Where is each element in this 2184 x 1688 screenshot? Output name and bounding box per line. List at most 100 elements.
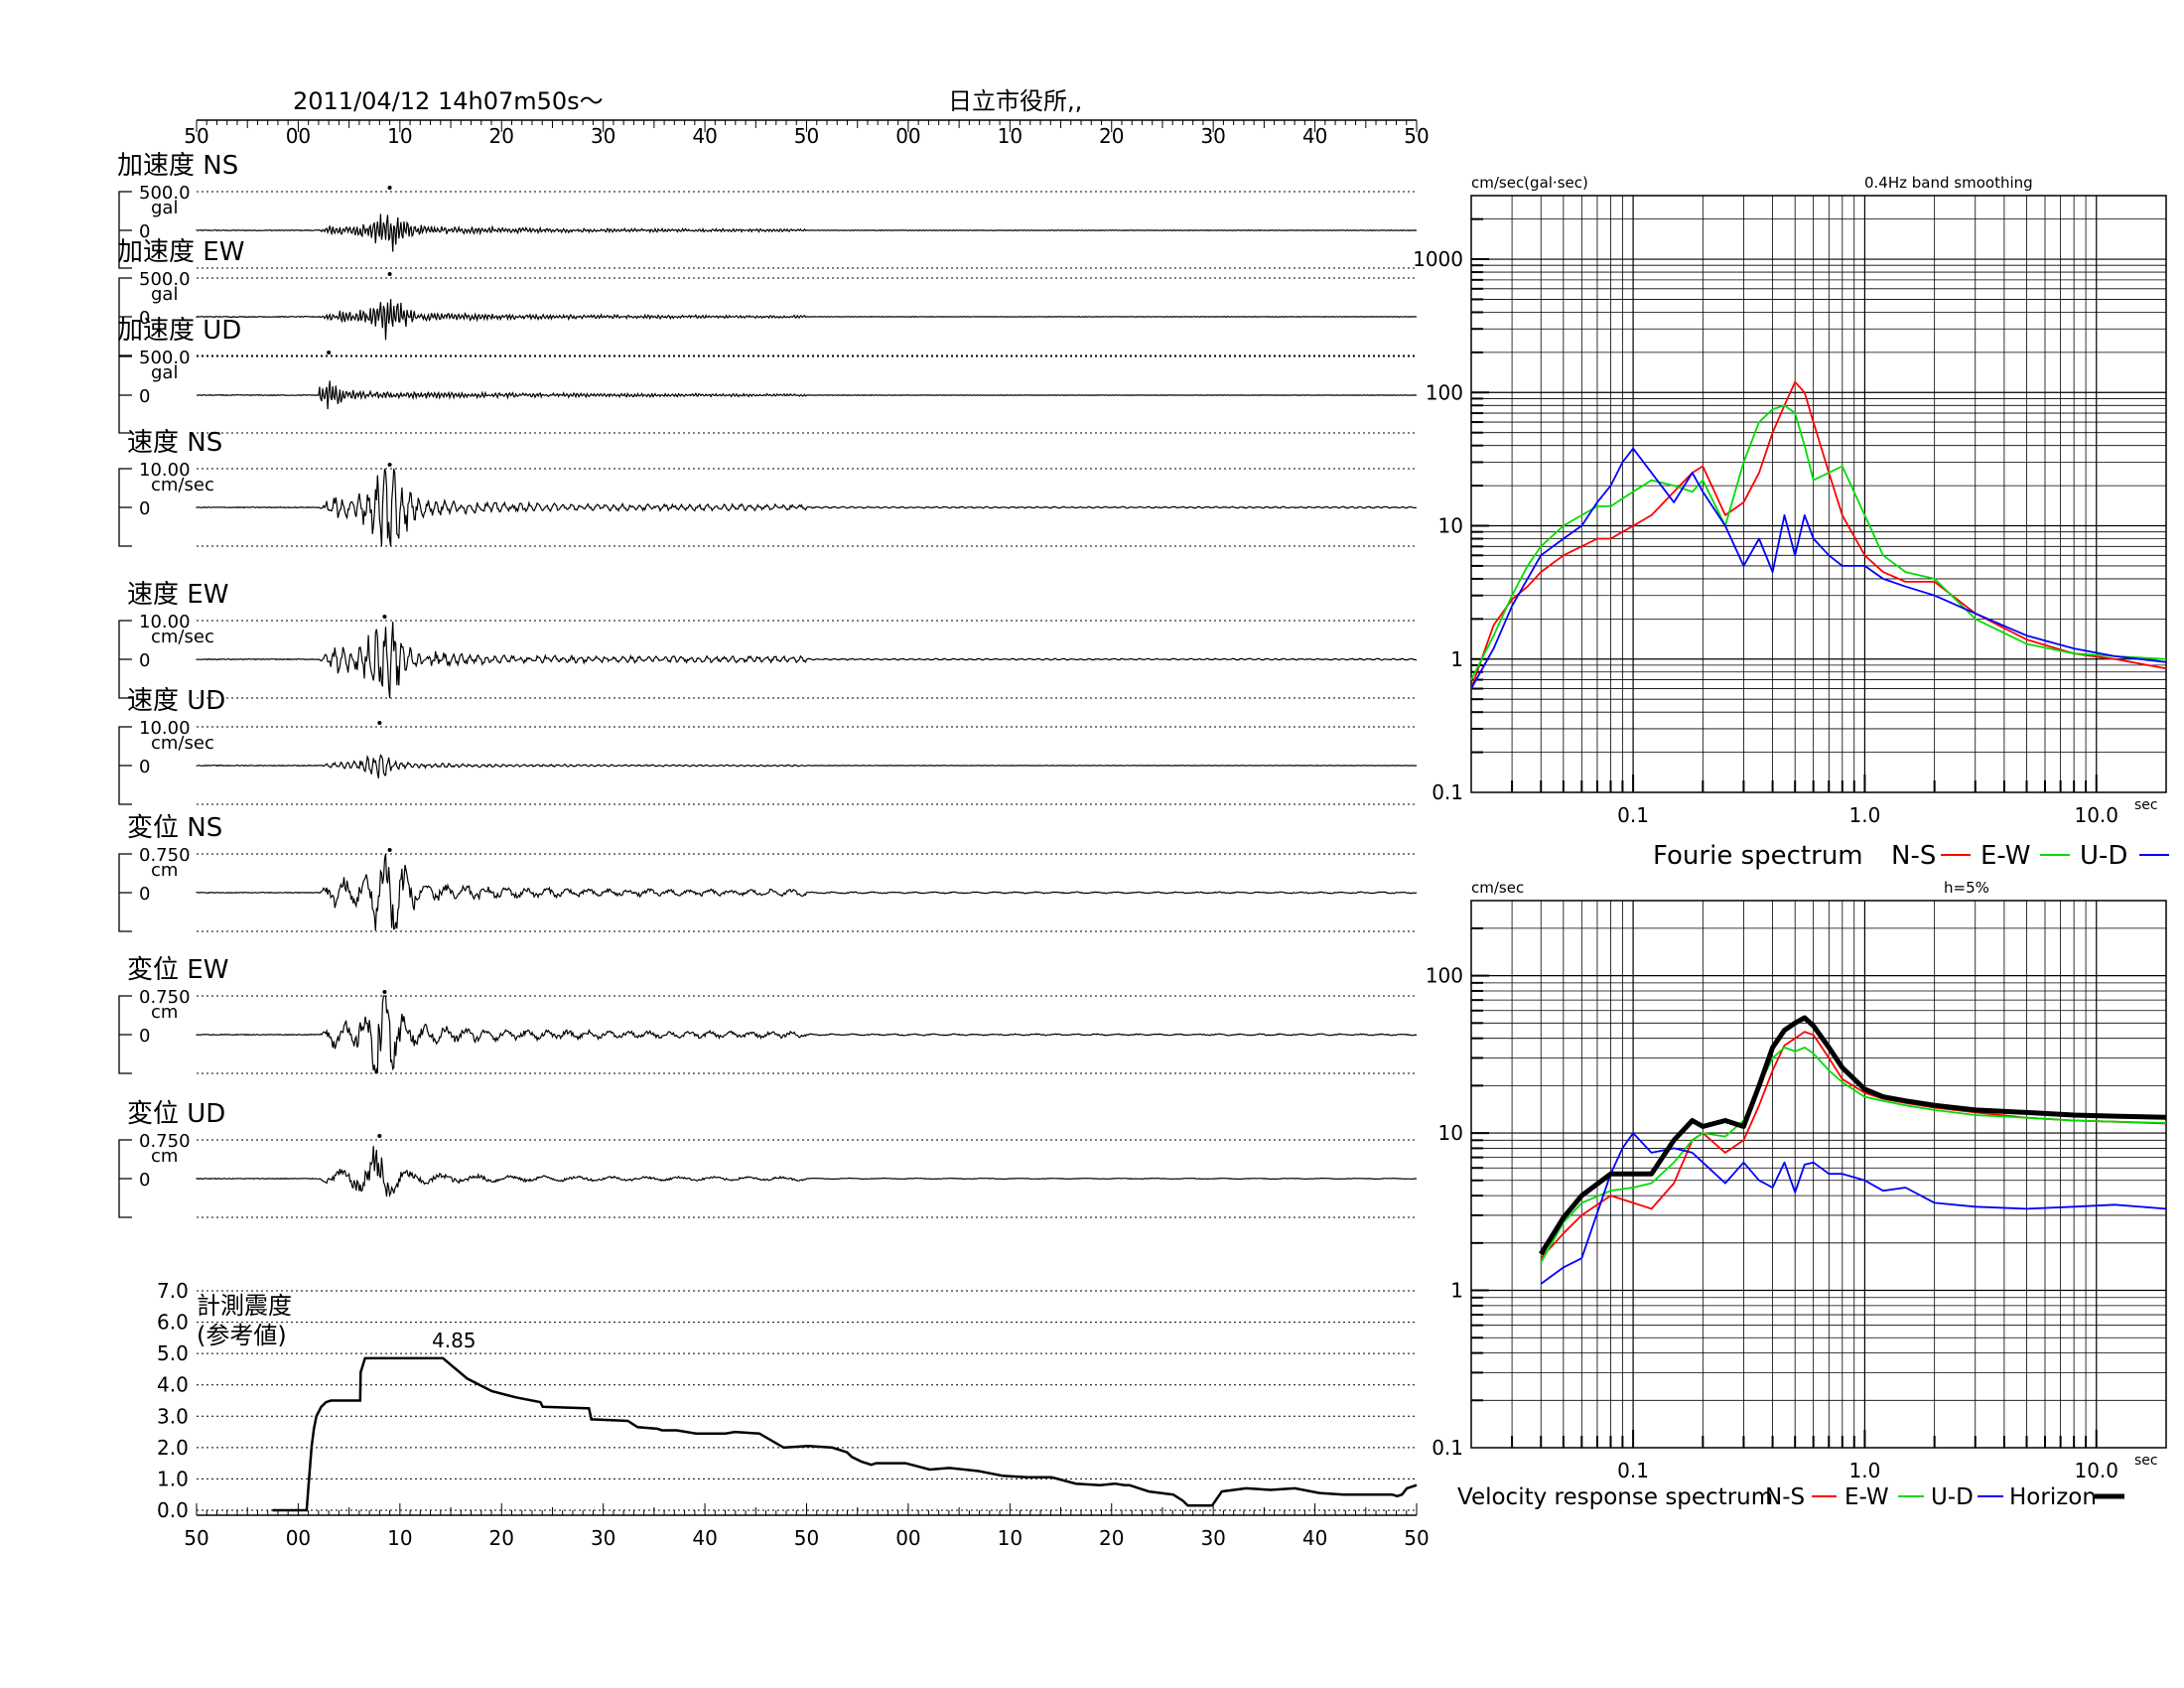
time-tick-label: 00 xyxy=(895,124,920,148)
panel-title: 変位 EW xyxy=(127,955,228,985)
panel-title: 変位 NS xyxy=(127,813,222,843)
waveform-panel: 加速度 UD500.0gal0 xyxy=(117,316,1418,434)
time-tick-label: 00 xyxy=(286,1526,311,1550)
time-tick-label: 50 xyxy=(1404,124,1429,148)
time-tick-label: 40 xyxy=(692,1526,717,1550)
fourier-note: 0.4Hz band smoothing xyxy=(1864,174,2033,192)
spectrum-frame xyxy=(1470,195,2167,793)
intensity-line xyxy=(272,1356,1418,1512)
waveform-trace xyxy=(196,853,1418,931)
panel-zero-label: 0 xyxy=(139,650,150,671)
intensity-ytick-label: 5.0 xyxy=(157,1341,189,1365)
velresp-legend-ew: E-W xyxy=(1844,1484,1889,1510)
panel-unit-label: cm xyxy=(151,1146,178,1167)
panel-title: 速度 UD xyxy=(127,686,225,716)
spectrum-ytick-label: 10 xyxy=(1438,514,1463,538)
spectrum-ytick-label: 100 xyxy=(1426,964,1463,988)
time-tick-label: 30 xyxy=(1200,124,1225,148)
waveform-trace xyxy=(196,299,1418,341)
waveform-trace xyxy=(196,468,1417,547)
waveform-trace xyxy=(196,1146,1418,1198)
panel-zero-label: 0 xyxy=(139,757,150,777)
panel-unit-label: cm xyxy=(151,1002,178,1023)
spectrum-ytick-label: 1000 xyxy=(1413,247,1463,271)
velresp-legend: Velocity response spectrum N-S E-W U-D H… xyxy=(1457,1484,2124,1510)
time-tick-label: 30 xyxy=(591,1526,615,1550)
velresp-legend-ns: N-S xyxy=(1765,1484,1805,1510)
velocity-response-chart: cm/sec h=5% sec 0.1 1 10 100 0.1 1.0 10.0 xyxy=(1426,879,2167,1482)
panel-title: 加速度 EW xyxy=(117,237,244,267)
panel-unit-label: cm/sec xyxy=(151,627,214,647)
waveform-panel: 速度 NS10.00cm/sec0 xyxy=(118,428,1417,547)
velresp-note: h=5% xyxy=(1944,879,1989,897)
panel-unit-label: gal xyxy=(151,198,178,218)
peak-marker xyxy=(377,721,382,725)
intensity-ytick-label: 3.0 xyxy=(157,1404,189,1428)
waveform-trace xyxy=(196,622,1418,699)
time-tick-label: 50 xyxy=(1404,1526,1429,1550)
intensity-subtitle: (参考値) xyxy=(197,1322,287,1349)
panel-bracket xyxy=(118,726,132,805)
fourier-legend-ud: U-D xyxy=(2080,841,2127,871)
fourier-title: Fourie spectrum xyxy=(1653,841,1863,871)
panel-title: 速度 NS xyxy=(127,428,222,458)
waveform-panels: 加速度 NS500.0gal0加速度 EW500.0gal0加速度 UD500.… xyxy=(117,151,1418,1218)
intensity-title: 計測震度 xyxy=(197,1292,292,1320)
panel-bracket xyxy=(118,995,132,1074)
panel-unit-label: gal xyxy=(151,284,178,305)
spectrum-series-e-w xyxy=(1470,404,2167,681)
time-tick-label: 10 xyxy=(387,1526,412,1550)
peak-marker xyxy=(377,1134,382,1138)
velresp-yunit: cm/sec xyxy=(1471,879,1524,897)
spectrum-ytick-label: 0.1 xyxy=(1432,1436,1463,1460)
seismic-record-figure: 2011/04/12 14h07m50s〜 日立市役所,, 50 00 10 20 30… xyxy=(117,87,2169,1550)
panel-title: 加速度 UD xyxy=(117,316,241,346)
panel-bracket xyxy=(118,468,132,547)
spectrum-xtick-label: 1.0 xyxy=(1849,1459,1881,1482)
spectrum-ytick-label: 0.1 xyxy=(1432,780,1463,804)
fourier-legend: Fourie spectrum N-S E-W U-D xyxy=(1653,841,2169,871)
spectrum-series-u-d xyxy=(1540,1132,2167,1285)
peak-marker xyxy=(382,990,387,994)
waveform-panel: 変位 EW0.750cm0 xyxy=(118,955,1418,1074)
top-time-axis: 50 00 10 20 30 40 50 00 10 20 30 40 50 xyxy=(184,119,1430,148)
waveform-panel: 加速度 NS500.0gal0 xyxy=(117,151,1418,269)
panel-bracket xyxy=(118,355,132,434)
fourier-legend-ew: E-W xyxy=(1980,841,2030,871)
spectrum-xtick-label: 0.1 xyxy=(1617,803,1649,827)
velresp-title: Velocity response spectrum xyxy=(1457,1484,1773,1510)
panel-zero-label: 0 xyxy=(139,1026,150,1047)
panel-unit-label: cm/sec xyxy=(151,475,214,495)
spectrum-series-n-s xyxy=(1470,380,2167,689)
panel-title: 変位 UD xyxy=(127,1099,225,1129)
panel-zero-label: 0 xyxy=(139,386,150,407)
time-tick-label: 00 xyxy=(895,1526,920,1550)
time-tick-label: 40 xyxy=(1302,124,1327,148)
peak-marker xyxy=(387,848,392,852)
waveform-panel: 変位 UD0.750cm0 xyxy=(118,1099,1418,1218)
waveform-panel: 速度 EW10.00cm/sec0 xyxy=(118,580,1418,699)
waveform-panel: 速度 UD10.00cm/sec0 xyxy=(118,686,1418,805)
intensity-ytick-label: 7.0 xyxy=(157,1279,189,1303)
panel-unit-label: cm/sec xyxy=(151,733,214,754)
panel-zero-label: 0 xyxy=(139,498,150,519)
time-tick-label: 40 xyxy=(1302,1526,1327,1550)
fourier-legend-ns: N-S xyxy=(1891,841,1936,871)
spectrum-ytick-label: 100 xyxy=(1426,380,1463,404)
time-tick-label: 30 xyxy=(591,124,615,148)
peak-marker xyxy=(387,463,392,467)
waveform-trace xyxy=(196,380,1418,410)
panel-title: 加速度 NS xyxy=(117,151,238,181)
spectrum-xtick-label: 0.1 xyxy=(1617,1459,1649,1482)
intensity-ytick-label: 1.0 xyxy=(157,1467,189,1490)
time-tick-label: 10 xyxy=(387,124,412,148)
time-tick-label: 50 xyxy=(184,1526,208,1550)
spectrum-series-u-d xyxy=(1470,447,2167,689)
intensity-ytick-label: 2.0 xyxy=(157,1436,189,1460)
waveform-panel: 変位 NS0.750cm0 xyxy=(118,813,1418,932)
waveform-trace xyxy=(196,995,1418,1074)
time-tick-label: 10 xyxy=(998,1526,1023,1550)
panel-unit-label: gal xyxy=(151,362,178,383)
fourier-spectrum-chart: cm/sec(gal·sec) 0.4Hz band smoothing sec… xyxy=(1413,174,2167,827)
panel-bracket xyxy=(118,853,132,932)
